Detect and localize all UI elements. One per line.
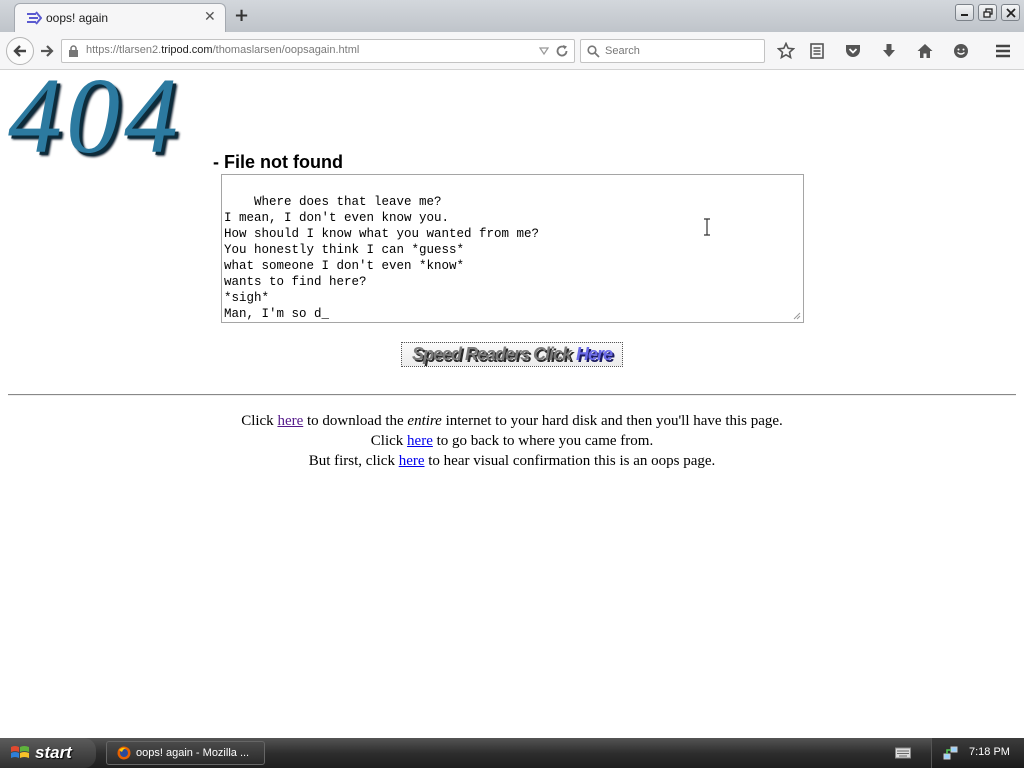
keyboard-language-icon[interactable] (895, 746, 911, 759)
menu-hamburger-icon[interactable] (993, 41, 1013, 61)
home-icon[interactable] (915, 41, 935, 61)
search-box[interactable] (580, 39, 765, 63)
download-internet-line: Click here to download the entire intern… (241, 413, 783, 429)
taskbar-item-label: oops! again - Mozilla ... (136, 747, 250, 759)
text-cursor-ibeam-icon (704, 218, 710, 236)
page-content: 404 - File not found Where does that lea… (0, 63, 1024, 738)
reading-list-icon[interactable] (807, 41, 827, 61)
url-history-dropdown-icon[interactable] (539, 46, 549, 56)
poem-text: Where does that leave me? I mean, I don'… (224, 195, 540, 321)
windows-taskbar: start oops! again - Mozilla ... 7:18 PM (0, 738, 1024, 768)
system-tray: 7:18 PM (931, 738, 1024, 768)
download-internet-link[interactable]: here (277, 413, 303, 429)
downloads-icon[interactable] (879, 41, 899, 61)
search-input[interactable] (605, 43, 755, 59)
page-subtitle: - File not found (213, 152, 343, 172)
resize-grip-icon[interactable] (791, 310, 801, 320)
taskbar-item-firefox[interactable]: oops! again - Mozilla ... (106, 741, 265, 765)
tab-oops-again[interactable]: oops! again ✕ (14, 3, 226, 32)
visual-confirmation-line: But first, click here to hear visual con… (308, 453, 716, 469)
speed-readers-button[interactable]: Speed Readers Click Here (401, 342, 623, 367)
start-label: start (35, 743, 72, 762)
go-back-link[interactable]: here (407, 433, 433, 449)
tab-title: oops! again (46, 11, 109, 25)
new-tab-plus-icon[interactable]: + (234, 5, 249, 26)
close-window-icon[interactable] (1001, 4, 1020, 21)
windows-logo-icon (11, 746, 29, 758)
go-back-line: Click here to go back to where you came … (370, 433, 654, 449)
browser-titlebar: oops! again ✕ + (0, 0, 1024, 32)
start-button[interactable]: start (0, 738, 96, 768)
speed-readers-here-link[interactable]: Here (576, 344, 613, 365)
page-favicon-icon (27, 11, 42, 25)
minimize-window-icon[interactable] (955, 4, 974, 21)
visual-confirmation-link[interactable]: here (399, 453, 425, 469)
firefox-icon (117, 746, 131, 760)
search-icon (587, 45, 600, 58)
pocket-icon[interactable] (843, 41, 863, 61)
reload-icon[interactable] (555, 44, 569, 58)
speed-readers-label: Speed Readers Click (411, 344, 572, 364)
bookmark-star-icon[interactable] (776, 41, 796, 61)
taskbar-clock[interactable]: 7:18 PM (969, 746, 1010, 758)
network-status-icon[interactable] (943, 745, 959, 761)
poem-textarea[interactable]: Where does that leave me? I mean, I don'… (221, 174, 804, 323)
url-text[interactable]: https://tlarsen2.tripod.com/thomaslarsen… (86, 44, 359, 56)
lock-icon (69, 45, 78, 57)
restore-window-icon[interactable] (978, 4, 997, 21)
hello-smiley-icon[interactable] (951, 41, 971, 61)
horizontal-divider (8, 394, 1016, 396)
404-logo: 404 (8, 57, 182, 176)
tab-close-icon[interactable]: ✕ (204, 9, 216, 25)
